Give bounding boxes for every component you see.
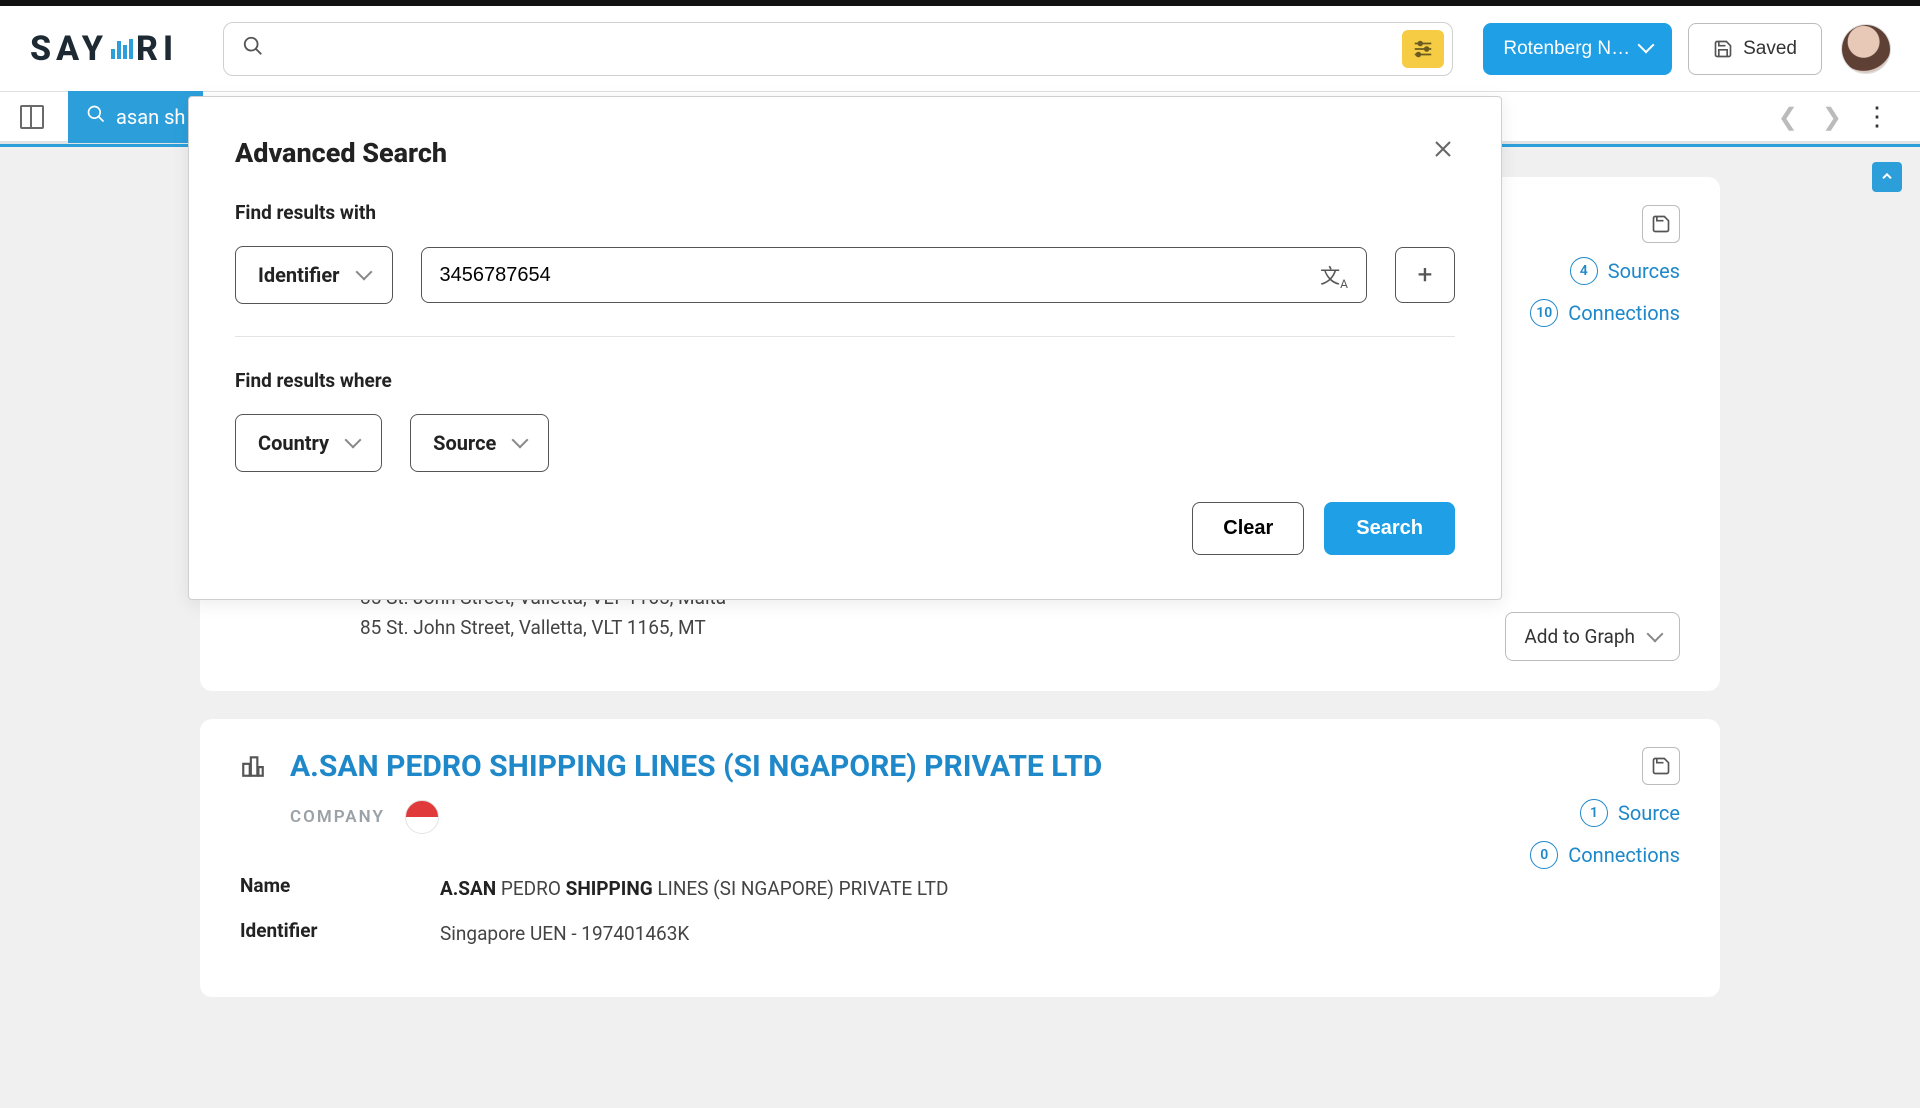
save-result-button[interactable] [1642,747,1680,785]
panel-toggle-icon[interactable] [20,105,44,129]
nav-forward[interactable]: ❯ [1810,103,1854,131]
sources-link[interactable]: 4 Sources [1570,257,1680,285]
country-flag-sg [405,800,439,834]
save-result-button[interactable] [1642,205,1680,243]
field-label-identifier: Identifier [240,919,440,949]
saved-button-label: Saved [1743,38,1797,60]
connections-count: 10 [1530,299,1558,327]
chevron-down-icon [358,266,370,285]
global-search-bar[interactable] [223,22,1453,76]
field-type-label: Identifier [258,263,340,287]
more-menu-icon[interactable]: ⋮ [1854,102,1900,132]
connections-link[interactable]: 0 Connections [1530,841,1680,869]
sources-label: Source [1618,801,1680,825]
field-label-name: Name [240,874,440,904]
sources-label: Sources [1608,259,1680,283]
country-label: Country [258,431,329,455]
modal-title: Advanced Search [235,137,1455,169]
advanced-search-toggle[interactable] [1402,30,1444,68]
filter-value-field[interactable]: 文A [421,247,1367,303]
tab-label: asan sh [116,105,185,129]
connections-label: Connections [1568,843,1680,867]
search-icon [242,35,264,63]
divider [235,336,1455,337]
address-line: 85 St. John Street, Valletta, VLT 1165, … [360,613,782,643]
close-button[interactable] [1431,135,1455,168]
find-results-with-label: Find results with [235,201,1455,224]
scroll-up-button[interactable] [1872,162,1902,192]
user-avatar[interactable] [1842,25,1890,73]
sources-count: 1 [1580,799,1608,827]
global-search-input[interactable] [278,38,1402,59]
add-filter-button[interactable]: + [1395,247,1455,303]
chevron-down-icon [514,434,526,453]
chevron-down-icon [1640,38,1652,60]
nav-back[interactable]: ❮ [1766,103,1810,131]
project-selector[interactable]: Rotenberg N… [1483,23,1672,75]
card-side-actions: 4 Sources 10 Connections [1530,205,1680,327]
result-title[interactable]: A.SAN PEDRO SHIPPING LINES (SI NGAPORE) … [290,749,1102,784]
company-icon [240,753,266,783]
clear-button[interactable]: Clear [1192,502,1304,555]
saved-button[interactable]: Saved [1688,23,1822,75]
field-value-identifier: Singapore UEN - 197401463K [440,919,689,949]
logo: SAY RI [30,29,178,69]
connections-link[interactable]: 10 Connections [1530,299,1680,327]
result-card: A.SAN PEDRO SHIPPING LINES (SI NGAPORE) … [200,719,1720,997]
sources-count: 4 [1570,257,1598,285]
project-selector-label: Rotenberg N… [1503,38,1630,60]
entity-type-tag: COMPANY [290,807,385,827]
connections-label: Connections [1568,301,1680,325]
connections-count: 0 [1530,841,1558,869]
source-dropdown[interactable]: Source [410,414,549,472]
search-icon [86,104,106,129]
field-value-name: A.SAN PEDRO SHIPPING LINES (SI NGAPORE) … [440,874,948,904]
search-tab[interactable]: asan sh [68,91,203,143]
filter-value-input[interactable] [440,264,1321,287]
advanced-search-modal: Advanced Search Find results with Identi… [188,96,1502,600]
country-dropdown[interactable]: Country [235,414,382,472]
logo-bars-icon [111,39,133,59]
search-button[interactable]: Search [1324,502,1455,555]
field-type-dropdown[interactable]: Identifier [235,246,393,304]
app-header: SAY RI Rotenberg N… Saved [0,6,1920,92]
sources-link[interactable]: 1 Source [1580,799,1680,827]
chevron-down-icon [1649,625,1661,648]
add-to-graph-button[interactable]: Add to Graph [1505,612,1680,661]
logo-text-post: RI [136,29,178,69]
card-side-actions: 1 Source 0 Connections [1530,747,1680,869]
chevron-down-icon [347,434,359,453]
source-label: Source [433,431,496,455]
translate-icon[interactable]: 文A [1320,260,1348,291]
logo-text-pre: SAY [30,29,108,69]
find-results-where-label: Find results where [235,369,1455,392]
add-to-graph-label: Add to Graph [1524,625,1635,648]
